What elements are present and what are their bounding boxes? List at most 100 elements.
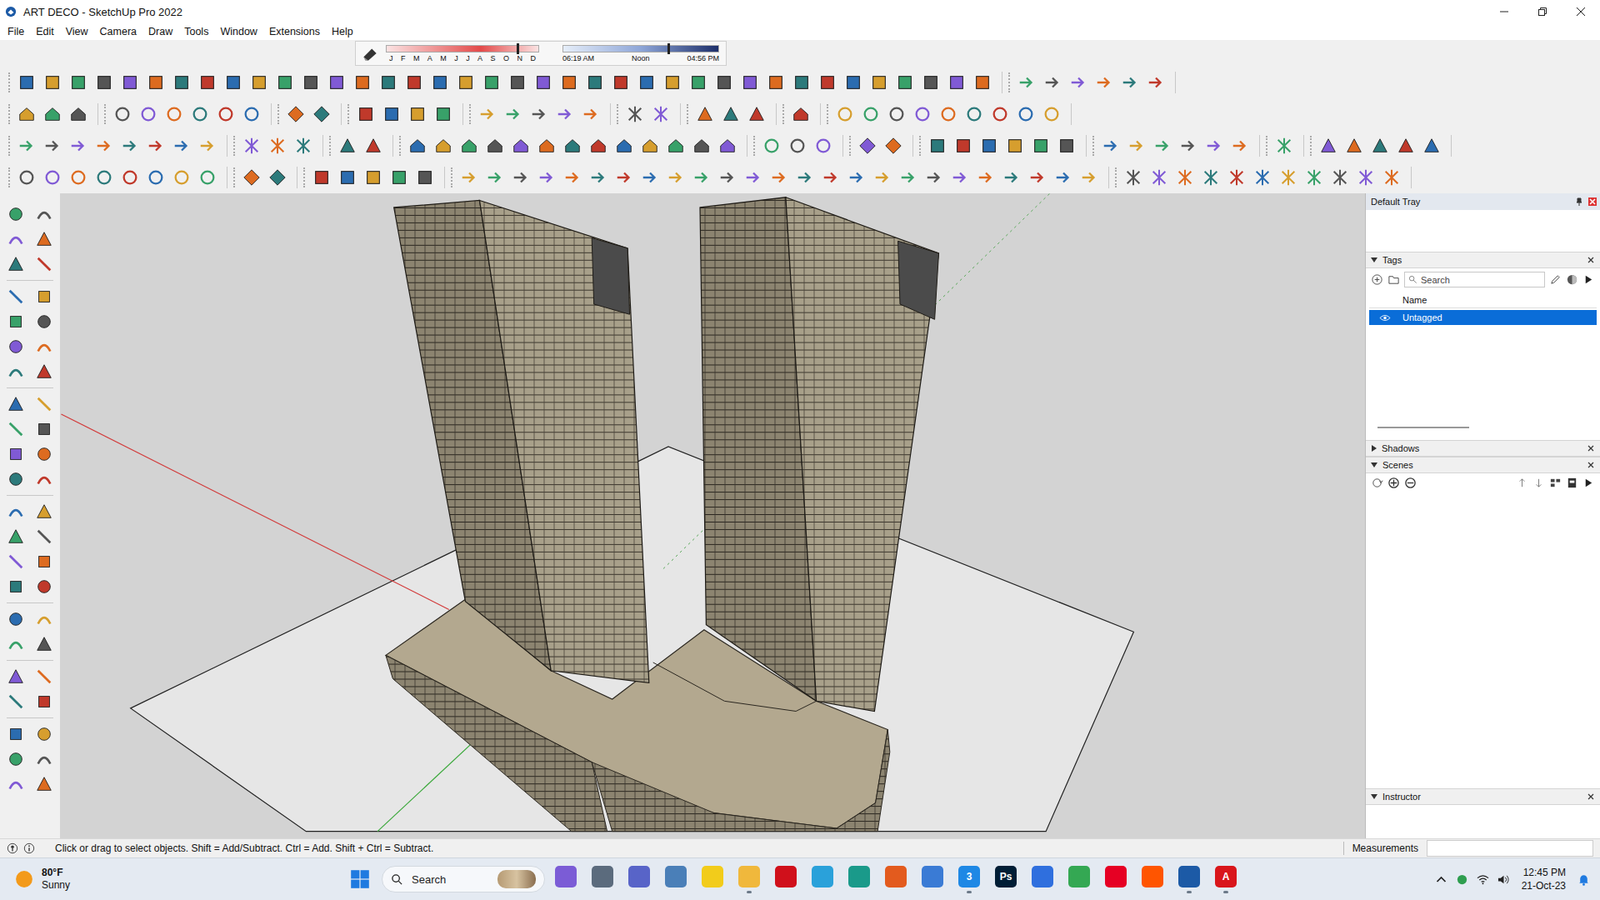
tool-button[interactable] (1251, 165, 1274, 190)
tool-button[interactable] (33, 310, 55, 333)
tool-button[interactable] (33, 525, 55, 548)
toolbar-grip[interactable] (686, 104, 691, 125)
tool-button[interactable] (1041, 70, 1064, 95)
tool-button[interactable] (1078, 165, 1100, 190)
tool-button[interactable] (1200, 165, 1222, 190)
chevron-up-icon[interactable] (1435, 873, 1448, 886)
visibility-eye-icon[interactable] (1379, 314, 1391, 322)
tool-button[interactable] (310, 165, 333, 190)
menu-item[interactable]: Edit (30, 25, 60, 38)
tool-button[interactable] (33, 418, 55, 440)
menu-item[interactable]: View (60, 25, 95, 38)
tool-button[interactable] (119, 70, 141, 95)
taskbar-app[interactable] (586, 860, 619, 899)
tool-button[interactable] (1125, 134, 1148, 158)
taskbar-app[interactable]: 3 (953, 860, 985, 899)
toolbar-grip[interactable] (399, 135, 404, 156)
tool-button[interactable] (1273, 134, 1295, 158)
taskbar-app[interactable] (806, 860, 839, 899)
tool-button[interactable] (716, 134, 739, 158)
tool-button[interactable] (5, 228, 27, 250)
tool-button[interactable] (665, 134, 687, 158)
tool-button[interactable] (248, 70, 270, 95)
toolbar-grip[interactable] (919, 135, 924, 156)
tool-button[interactable] (93, 165, 115, 190)
menu-item[interactable]: Window (214, 25, 263, 38)
notification-bell-icon[interactable] (1577, 873, 1590, 886)
tool-button[interactable] (1119, 70, 1141, 95)
tool-button[interactable] (650, 102, 672, 126)
taskbar-app[interactable] (880, 860, 912, 899)
tool-button[interactable] (885, 102, 908, 126)
tool-button[interactable] (5, 418, 27, 440)
tool-button[interactable] (15, 102, 38, 126)
menu-item[interactable]: Help (325, 25, 360, 38)
tool-button[interactable] (1026, 165, 1049, 190)
taskbar-app[interactable] (733, 860, 765, 899)
menu-item[interactable]: Extensions (263, 25, 326, 38)
network-app-icon[interactable] (1455, 873, 1469, 886)
tool-button[interactable] (1343, 134, 1365, 158)
tool-button[interactable] (1303, 165, 1325, 190)
toolbar-grip[interactable] (233, 135, 238, 156)
tool-button[interactable] (1145, 70, 1167, 95)
add-tag-icon[interactable] (1370, 273, 1384, 286)
taskbar-app[interactable] (623, 860, 655, 899)
tags-column-header[interactable]: Name (1369, 292, 1597, 309)
tool-button[interactable] (67, 102, 90, 126)
tool-button[interactable] (1122, 165, 1145, 190)
tool-button[interactable] (510, 134, 532, 158)
toolbar-grip[interactable] (616, 104, 621, 125)
maximize-button[interactable] (1523, 0, 1562, 24)
tool-button[interactable] (5, 393, 27, 415)
date-handle[interactable] (516, 43, 520, 55)
close-icon[interactable] (1586, 255, 1595, 265)
taskbar-app[interactable] (770, 860, 802, 899)
close-icon[interactable] (1588, 197, 1597, 206)
tool-button[interactable] (414, 165, 436, 190)
tool-button[interactable] (768, 165, 790, 190)
tool-button[interactable] (15, 70, 38, 95)
tool-button[interactable] (5, 525, 27, 548)
color-by-tag-icon[interactable] (1565, 273, 1579, 286)
tool-button[interactable] (894, 70, 916, 95)
tool-button[interactable] (690, 134, 713, 158)
tool-button[interactable] (458, 134, 480, 158)
panel-resize-handle[interactable] (1377, 426, 1470, 429)
tool-button[interactable] (610, 70, 632, 95)
tool-button[interactable] (1148, 165, 1170, 190)
tool-button[interactable] (510, 165, 532, 190)
toolbar-grip[interactable] (1092, 135, 1097, 156)
taskbar-app[interactable] (1100, 860, 1132, 899)
tool-button[interactable] (67, 70, 90, 95)
tool-button[interactable] (377, 70, 400, 95)
tool-button[interactable] (336, 165, 359, 190)
tool-button[interactable] (429, 70, 451, 95)
tool-button[interactable] (351, 70, 374, 95)
tool-button[interactable] (33, 360, 55, 383)
tool-button[interactable] (1030, 134, 1052, 158)
taskbar-app[interactable] (550, 860, 582, 899)
tool-button[interactable] (5, 335, 27, 358)
tool-button[interactable] (300, 70, 322, 95)
tool-button[interactable] (5, 203, 27, 225)
tool-button[interactable] (432, 134, 455, 158)
menu-item[interactable]: Camera (94, 25, 143, 38)
date-slider[interactable]: JFMAMJJASOND (385, 45, 540, 63)
tool-button[interactable] (388, 165, 410, 190)
tool-button[interactable] (790, 102, 812, 126)
tool-button[interactable] (624, 102, 646, 126)
taskbar-app[interactable] (1136, 860, 1169, 899)
tool-button[interactable] (33, 393, 55, 415)
tool-button[interactable] (845, 165, 868, 190)
tool-button[interactable] (1420, 134, 1443, 158)
tool-button[interactable] (561, 134, 584, 158)
tool-button[interactable] (67, 165, 90, 190)
thumbnails-icon[interactable] (1565, 476, 1579, 490)
pencil-icon[interactable] (1549, 273, 1562, 286)
tool-button[interactable] (33, 608, 55, 630)
tool-button[interactable] (336, 134, 359, 158)
tool-button[interactable] (41, 102, 64, 126)
close-icon[interactable] (1586, 444, 1595, 453)
tool-button[interactable] (506, 70, 529, 95)
